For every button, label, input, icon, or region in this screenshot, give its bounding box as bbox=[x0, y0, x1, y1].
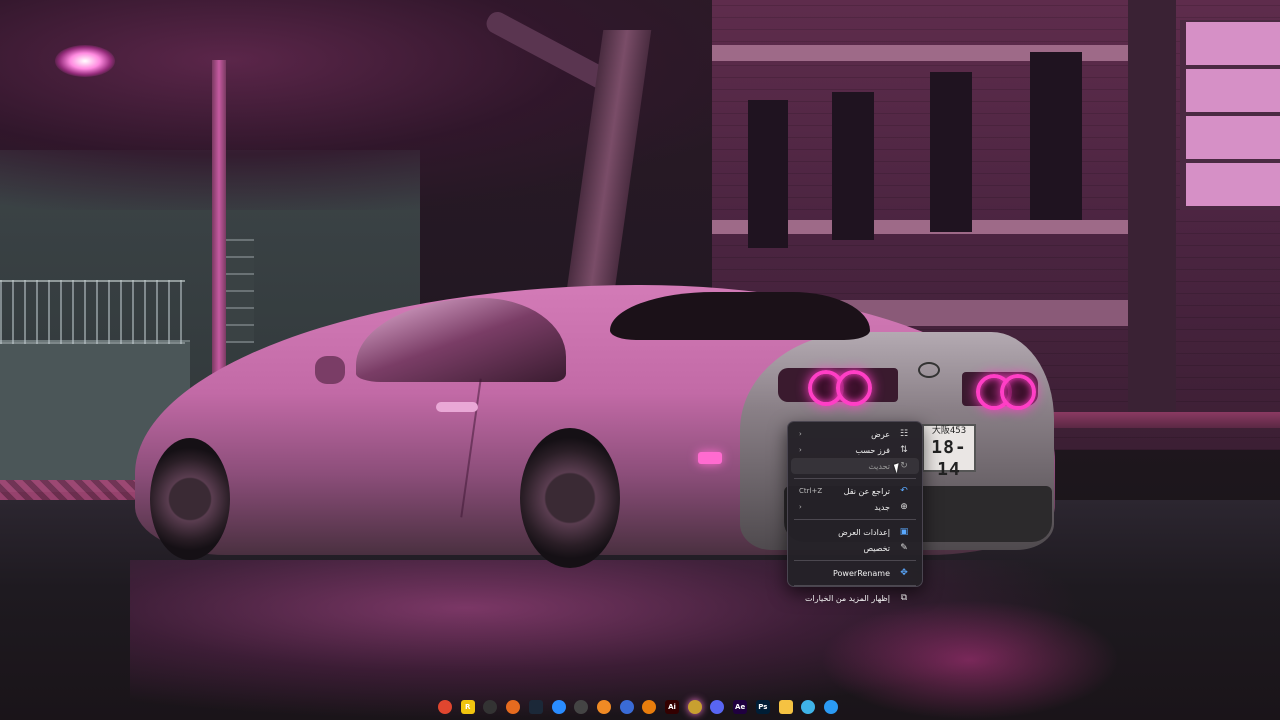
chrome-icon[interactable] bbox=[438, 700, 452, 714]
play-icon[interactable] bbox=[551, 700, 566, 714]
guard-rail bbox=[1050, 412, 1280, 428]
building-pillar bbox=[1128, 0, 1176, 420]
plus-circle-icon: ⊕ bbox=[900, 502, 908, 512]
menu-item-view[interactable]: ☷ عرض › bbox=[791, 426, 919, 442]
left-window bbox=[224, 238, 254, 343]
blender-icon[interactable] bbox=[642, 700, 657, 714]
grid-icon: ☷ bbox=[899, 429, 909, 439]
menu-item-label: عرض bbox=[871, 429, 890, 439]
car-front-wheel bbox=[150, 438, 230, 560]
illustrator-icon[interactable]: Ai bbox=[665, 700, 680, 714]
building-window bbox=[930, 72, 972, 232]
reflection bbox=[820, 600, 1120, 720]
building-window bbox=[748, 100, 788, 248]
side-marker-light bbox=[698, 452, 722, 464]
chevron-right-icon: › bbox=[799, 430, 802, 438]
menu-separator bbox=[794, 478, 916, 479]
vlc-icon[interactable] bbox=[596, 700, 611, 714]
menu-item-label: فرز حسب bbox=[855, 445, 890, 455]
building-window bbox=[1030, 52, 1082, 220]
lamp-pole bbox=[212, 60, 226, 405]
taskbar: R Ai Ae Ps bbox=[438, 696, 838, 718]
lit-window bbox=[1180, 20, 1280, 210]
menu-item-label: تراجع عن نقل bbox=[843, 486, 890, 496]
car-mirror bbox=[315, 356, 345, 384]
menu-item-label: تخصيص bbox=[863, 543, 890, 553]
powerrename-icon: ✥ bbox=[900, 568, 908, 578]
obs-icon[interactable] bbox=[483, 700, 498, 714]
car-rear-glass bbox=[610, 292, 870, 340]
active-app-icon[interactable] bbox=[687, 700, 702, 714]
desktop-wallpaper: 大阪453 18-14 bbox=[0, 0, 1280, 720]
menu-item-label: تحديث bbox=[868, 461, 890, 471]
display-icon: ▣ bbox=[899, 527, 909, 537]
menu-item-powerrename[interactable]: ✥ PowerRename bbox=[791, 565, 919, 581]
menu-item-new[interactable]: ⊕ جديد › bbox=[791, 499, 919, 515]
fence bbox=[0, 280, 185, 344]
steam-icon[interactable] bbox=[528, 700, 543, 714]
menu-separator bbox=[794, 560, 916, 561]
plate-top-text: 大阪453 bbox=[931, 426, 967, 436]
guard-rail bbox=[0, 480, 140, 500]
open-external-icon: ⧉ bbox=[900, 593, 908, 603]
brush-icon: ✎ bbox=[900, 543, 908, 553]
file-explorer-icon[interactable] bbox=[778, 700, 793, 714]
menu-item-label: إظهار المزيد من الخيارات bbox=[805, 593, 890, 603]
chevron-right-icon: › bbox=[799, 503, 802, 511]
menu-item-label: جديد bbox=[874, 502, 890, 512]
car-door-handle bbox=[436, 402, 478, 412]
menu-item-label: PowerRename bbox=[833, 568, 890, 578]
sort-icon: ⇅ bbox=[900, 445, 908, 455]
windows-start-icon[interactable] bbox=[823, 700, 838, 714]
chevron-right-icon: › bbox=[799, 446, 802, 454]
circle-app-icon[interactable] bbox=[619, 700, 634, 714]
firefox-icon[interactable] bbox=[506, 700, 521, 714]
speedometer-icon[interactable] bbox=[574, 700, 589, 714]
license-plate: 大阪453 18-14 bbox=[922, 424, 976, 480]
undo-icon: ↶ bbox=[900, 486, 908, 496]
menu-item-display-settings[interactable]: ▣ إعدادات العرض bbox=[791, 524, 919, 540]
taillight bbox=[836, 370, 872, 406]
menu-item-personalize[interactable]: ✎ تخصيص bbox=[791, 540, 919, 556]
menu-item-label: إعدادات العرض bbox=[838, 527, 890, 537]
photoshop-icon[interactable]: Ps bbox=[755, 700, 770, 714]
menu-separator bbox=[794, 519, 916, 520]
menu-separator bbox=[794, 585, 916, 586]
discord-icon[interactable] bbox=[710, 700, 725, 714]
after-effects-icon[interactable]: Ae bbox=[733, 700, 748, 714]
desktop-context-menu: ☷ عرض › ⇅ فرز حسب › ↻ تحديث ↶ تراجع عن ن… bbox=[787, 421, 923, 603]
street-lamp bbox=[55, 45, 115, 77]
taillight bbox=[1000, 374, 1036, 410]
menu-item-undo-move[interactable]: ↶ تراجع عن نقل Ctrl+Z bbox=[791, 483, 919, 499]
copilot-icon[interactable] bbox=[801, 700, 816, 714]
menu-item-sort-by[interactable]: ⇅ فرز حسب › bbox=[791, 442, 919, 458]
app-yellow-icon[interactable]: R bbox=[460, 700, 475, 714]
car-rear-wheel bbox=[520, 428, 620, 568]
menu-item-show-more-options[interactable]: ⧉ إظهار المزيد من الخيارات bbox=[791, 590, 919, 606]
shortcut-text: Ctrl+Z bbox=[799, 487, 823, 495]
plate-number: 18-14 bbox=[931, 437, 967, 480]
car-logo bbox=[918, 362, 940, 378]
building-window bbox=[832, 92, 874, 240]
